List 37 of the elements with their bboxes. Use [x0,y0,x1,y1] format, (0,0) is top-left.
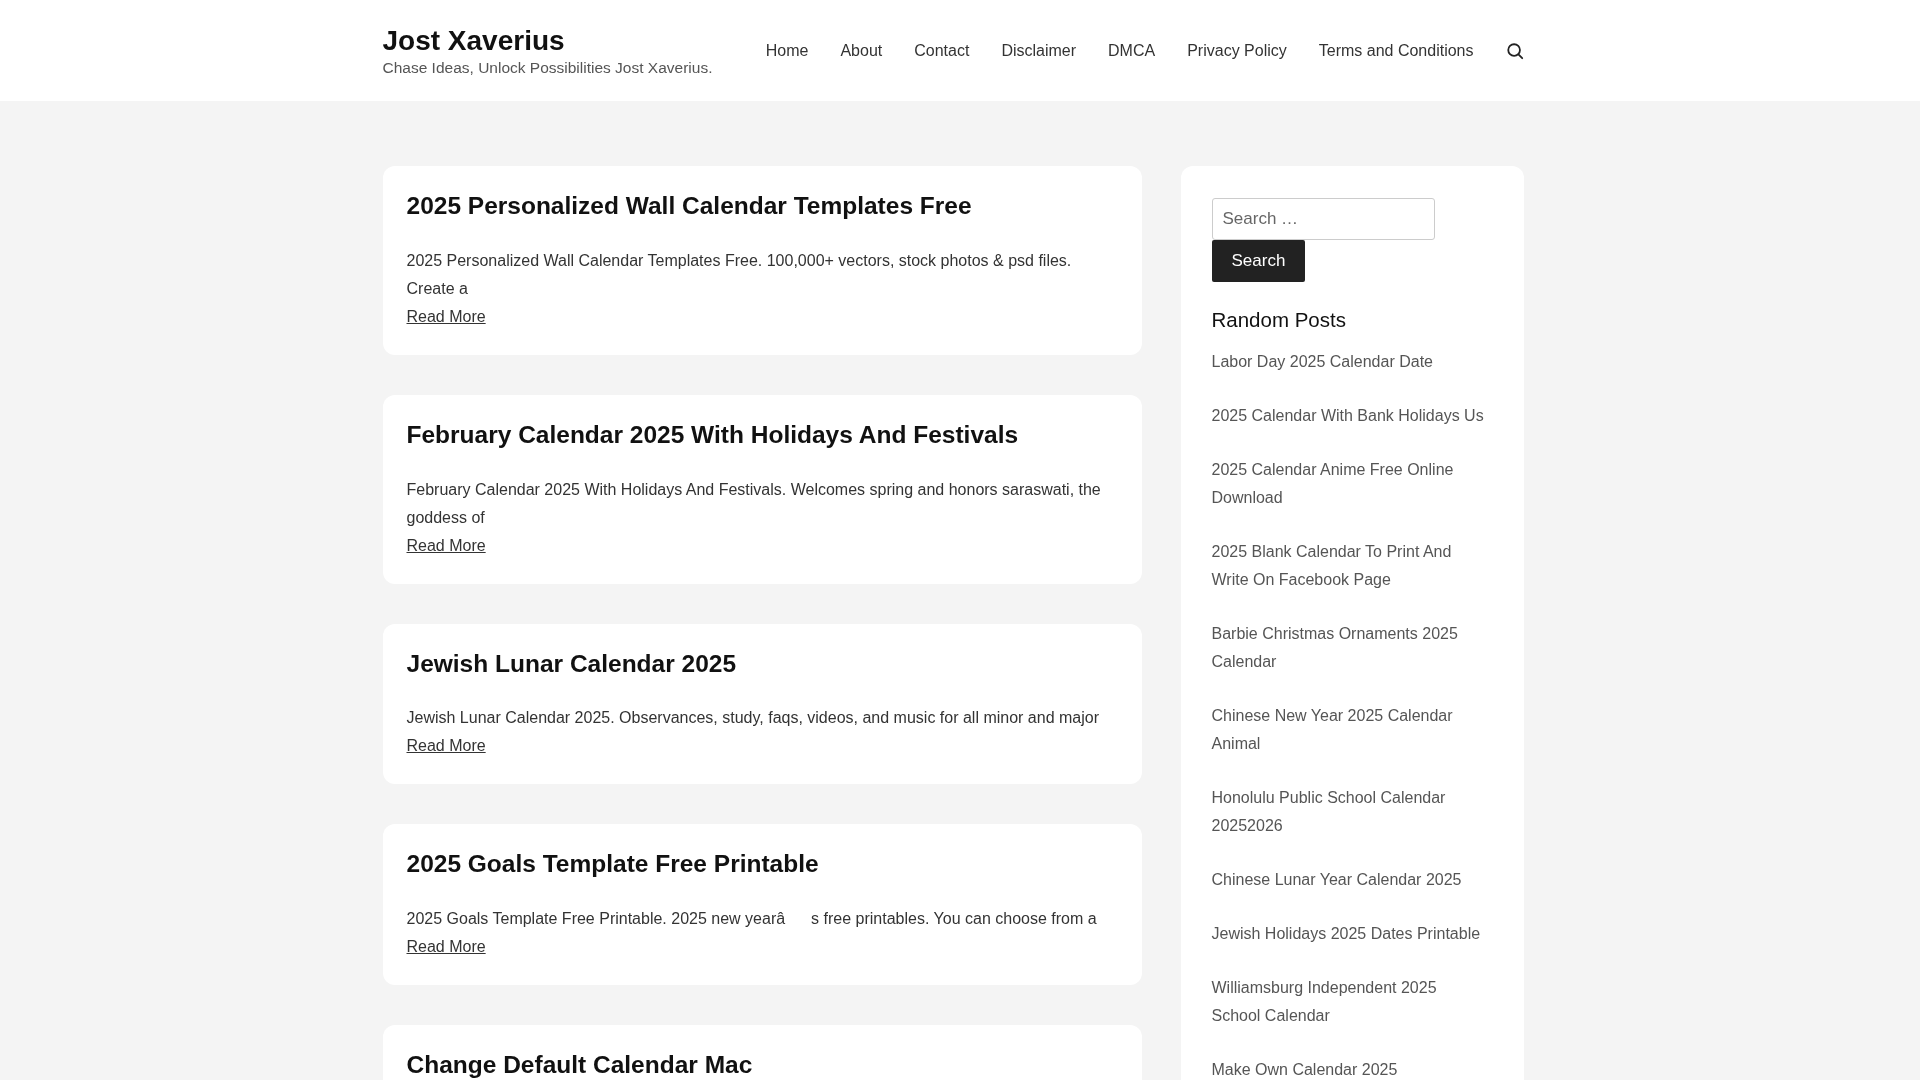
nav-link[interactable]: About [840,41,883,60]
post-link[interactable]: 2025 Calendar With Bank Holidays Us [1211,402,1493,430]
post-excerpt: February Calendar 2025 With Holidays And Festivals. Welcomes spring and honors saraswati, the goddess of [406,479,1102,528]
nav-link[interactable]: DMCA [1108,41,1156,60]
post-title[interactable]: 2025 Personalized Wall Calendar Templates Free [406,188,1118,225]
post-title[interactable]: 2025 Goals Template Free Printable [406,846,1118,883]
post-excerpt: Jewish Lunar Calendar 2025. Observances, study, faqs, videos, and music for all minor and major [406,708,1100,729]
search-icon[interactable] [1505,41,1524,60]
post-title[interactable]: Change Default Calendar Mac [406,1047,1118,1080]
read-more-link[interactable]: Read More [406,933,486,961]
nav-link[interactable]: Terms and Conditions [1318,41,1474,60]
post-link[interactable]: 2025 Blank Calendar To Print And Write On Facebook Page [1211,538,1493,594]
post-link[interactable]: Jewish Holidays 2025 Dates Printable [1211,920,1493,948]
nav-link[interactable]: Contact [914,41,970,60]
search-button[interactable]: Search [1211,240,1306,282]
post-excerpt: 2025 Goals Template Free Printable. 2025 new yearâs free printables. You can choose from a [406,909,1098,929]
post-link[interactable]: 2025 Calendar Anime Free Online Download [1211,456,1493,512]
post-link[interactable]: Honolulu Public School Calendar 20252026 [1211,784,1493,840]
nav-link[interactable]: Home [765,41,809,60]
read-more-link[interactable]: Read More [406,531,486,560]
post-link[interactable]: Chinese New Year 2025 Calendar Animal [1211,702,1493,758]
post-link[interactable]: Make Own Calendar 2025 [1211,1056,1493,1080]
read-more-link[interactable]: Read More [406,732,486,761]
post-title[interactable]: Jewish Lunar Calendar 2025 [406,645,1118,683]
post-link[interactable]: Labor Day 2025 Calendar Date [1211,348,1493,376]
site-title[interactable]: Jost Xaverius [382,24,713,58]
post-link[interactable]: Barbie Christmas Ornaments 2025 Calendar [1211,620,1493,676]
post-link[interactable]: Chinese Lunar Year Calendar 2025 [1211,866,1493,894]
post-link[interactable]: Williamsburg Independent 2025 School Calendar [1211,974,1493,1030]
post-title[interactable]: February Calendar 2025 With Holidays And Festivals [406,416,1118,454]
site-tagline: Chase Ideas, Unlock Possibilities Jost Xaverius. [382,58,713,77]
widget-heading: Random Posts [1211,308,1347,332]
post-excerpt: 2025 Personalized Wall Calendar Templates Free. 100,000+ vectors, stock photos & psd files. Create a [406,250,1073,299]
read-more-link[interactable]: Read More [406,302,486,331]
nav-link[interactable]: Privacy Policy [1187,41,1287,60]
search-field[interactable]: Search … [1211,198,1435,240]
nav-link[interactable]: Disclaimer [1001,41,1077,60]
